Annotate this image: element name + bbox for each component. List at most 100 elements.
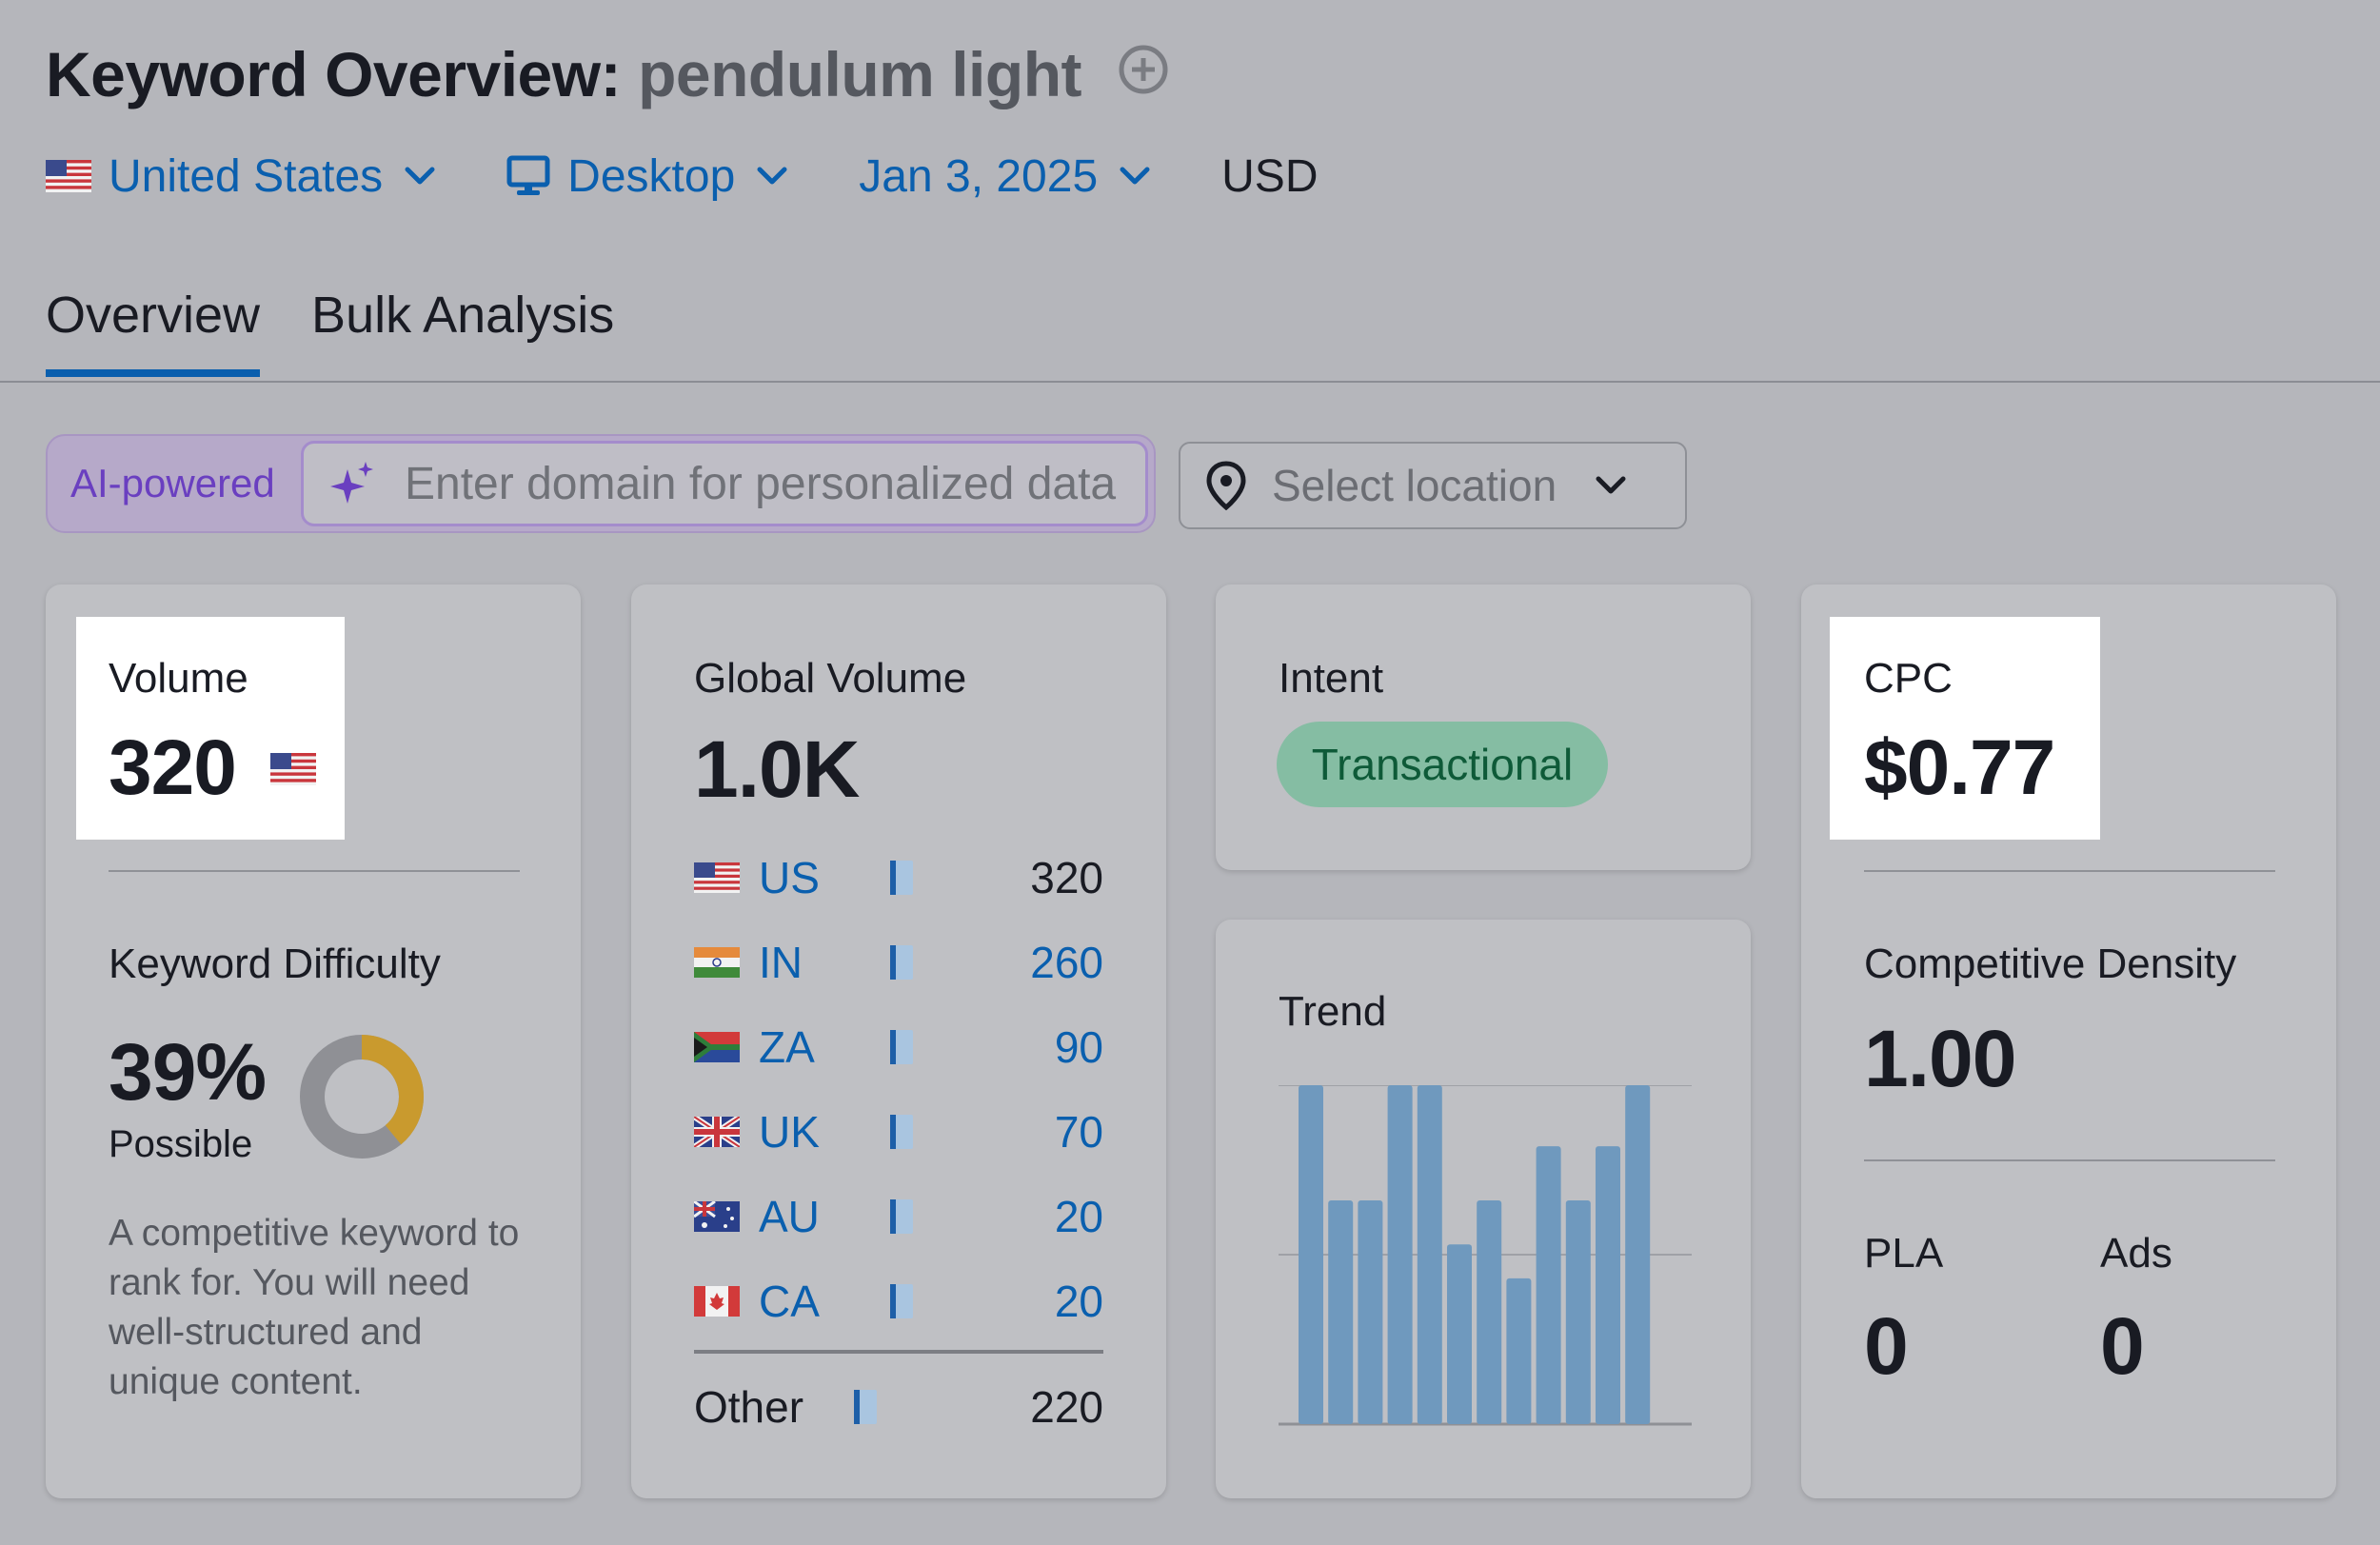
country-code: UK [759, 1107, 820, 1157]
chevron-down-icon [405, 167, 435, 185]
canada-flag-icon [694, 1286, 740, 1317]
us-flag-icon [269, 753, 316, 786]
country-row-in[interactable]: IN 260 [694, 934, 1103, 991]
desktop-icon [506, 155, 550, 195]
location-placeholder: Select location [1272, 461, 1557, 510]
share-bar [890, 861, 913, 895]
country-code: CA [759, 1277, 820, 1326]
share-bar [890, 1284, 913, 1318]
country-select[interactable]: United States [46, 150, 436, 203]
cpc-card: CPC $0.77 Competitive Density 1.00 PLA 0… [1801, 584, 2336, 1498]
volume-highlight: Volume 320 [76, 617, 345, 840]
device-select[interactable]: Desktop [506, 150, 788, 203]
plus-circle-icon[interactable] [1118, 37, 1169, 109]
country-row-au[interactable]: AU 20 [694, 1188, 1103, 1245]
other-volume: 220 [1030, 1382, 1103, 1432]
tab-bar: Overview Bulk Analysis [46, 286, 665, 377]
trend-bar[interactable] [1299, 1085, 1323, 1424]
volume-kd-card: Volume 320 Keyword Difficulty 39% Possib… [46, 584, 581, 1498]
volume-label: Volume [109, 655, 248, 702]
trend-bar[interactable] [1565, 1200, 1591, 1424]
uk-flag-icon [694, 1117, 740, 1147]
kd-level: Possible [109, 1123, 253, 1165]
country-row-us[interactable]: US 320 [694, 849, 1103, 906]
tab-bulk-analysis[interactable]: Bulk Analysis [311, 286, 614, 377]
volume-number: 320 [109, 724, 237, 811]
country-volume[interactable]: 70 [1055, 1106, 1103, 1158]
global-volume-label: Global Volume [694, 655, 967, 702]
competitive-density-label: Competitive Density [1864, 941, 2237, 987]
country-volume[interactable]: 260 [1030, 937, 1103, 988]
kd-label: Keyword Difficulty [109, 941, 441, 987]
trend-bar[interactable] [1417, 1085, 1442, 1424]
title-label: Keyword Overview: [46, 39, 622, 109]
location-select[interactable]: Select location [1179, 442, 1687, 529]
ads-value: 0 [2100, 1301, 2145, 1391]
india-flag-icon [694, 947, 740, 978]
country-volume[interactable]: 20 [1055, 1191, 1103, 1242]
share-bar [890, 1115, 913, 1149]
global-volume-card: Global Volume 1.0K US 320 IN 260 ZA 90 U… [631, 584, 1166, 1498]
share-bar [890, 1030, 913, 1064]
trend-bar[interactable] [1477, 1200, 1502, 1424]
intent-label: Intent [1279, 655, 1384, 702]
kd-description: A competitive keyword to rank for. You w… [109, 1213, 520, 1402]
share-bar [854, 1390, 877, 1424]
south-africa-flag-icon [694, 1032, 740, 1062]
date-select[interactable]: Jan 3, 2025 [859, 150, 1151, 203]
share-bar [890, 1199, 913, 1234]
trend-bar[interactable] [1625, 1085, 1651, 1424]
trend-bar[interactable] [1328, 1200, 1354, 1424]
filter-bar: United States Desktop Jan 3, 2025 USD [46, 143, 1318, 209]
country-volume[interactable]: 90 [1055, 1021, 1103, 1073]
volume-value: 320 [109, 723, 316, 813]
page-title: Keyword Overview: pendulum light [46, 38, 1169, 110]
country-label: United States [109, 150, 384, 202]
cpc-value: $0.77 [1864, 724, 2055, 811]
currency-label: USD [1221, 150, 1319, 202]
kd-donut-chart [300, 1035, 424, 1159]
global-volume-value: 1.0K [694, 724, 860, 814]
tab-overview[interactable]: Overview [46, 286, 261, 377]
trend-bar[interactable] [1387, 1085, 1413, 1424]
trend-label: Trend [1279, 988, 1387, 1035]
trend-bar[interactable] [1596, 1146, 1620, 1424]
volume-divider [109, 870, 520, 872]
competitive-density-value: 1.00 [1864, 1014, 2016, 1103]
intent-badge: Transactional [1277, 722, 1608, 807]
kd-value: 39% [109, 1027, 267, 1117]
us-flag-icon [694, 862, 740, 893]
intent-card: Intent Transactional [1216, 584, 1751, 870]
country-row-ca[interactable]: CA 20 [694, 1273, 1103, 1330]
device-label: Desktop [567, 150, 736, 202]
date-label: Jan 3, 2025 [859, 150, 1099, 202]
keyword-text: pendulum light [638, 39, 1081, 109]
pla-label: PLA [1864, 1230, 1944, 1277]
sparkle-icon [330, 462, 373, 504]
trend-bar[interactable] [1358, 1200, 1383, 1424]
chevron-down-icon [757, 167, 787, 185]
country-code: US [759, 853, 820, 902]
us-flag-icon [46, 160, 91, 192]
country-row-za[interactable]: ZA 90 [694, 1019, 1103, 1076]
country-row-uk[interactable]: UK 70 [694, 1103, 1103, 1160]
country-code: ZA [759, 1022, 815, 1072]
other-label: Other [694, 1382, 804, 1432]
trend-bar[interactable] [1447, 1244, 1472, 1424]
other-divider [694, 1350, 1103, 1354]
country-code: AU [759, 1192, 820, 1241]
ai-domain-bar: AI-powered Enter domain for personalized… [46, 434, 1156, 533]
country-volume[interactable]: 20 [1055, 1276, 1103, 1327]
ads-label: Ads [2100, 1230, 2172, 1277]
chevron-down-icon [1120, 167, 1150, 185]
trend-bar[interactable] [1536, 1146, 1561, 1424]
australia-flag-icon [694, 1201, 740, 1232]
trend-bar[interactable] [1506, 1278, 1532, 1424]
country-code: IN [759, 938, 803, 987]
domain-input[interactable]: Enter domain for personalized data [301, 441, 1148, 526]
trend-chart [1279, 1085, 1692, 1426]
chevron-down-icon [1596, 476, 1626, 494]
cpc-divider [1864, 870, 2275, 872]
domain-input-placeholder: Enter domain for personalized data [405, 458, 1117, 509]
pla-value: 0 [1864, 1301, 1909, 1391]
